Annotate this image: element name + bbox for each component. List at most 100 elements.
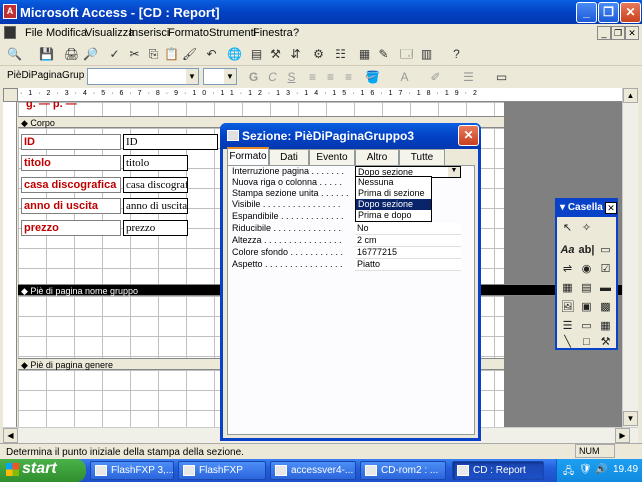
task-flashfxp3[interactable]: FlashFXP 3,...: [90, 461, 174, 480]
dropdown-option[interactable]: Prima di sezione: [356, 188, 431, 199]
menu-help[interactable]: ?: [293, 27, 299, 39]
document-icon[interactable]: [4, 26, 16, 39]
field-titolo[interactable]: titolo: [123, 155, 188, 171]
properties-icon[interactable]: ▦: [356, 46, 373, 63]
page-break-icon[interactable]: ☰: [559, 318, 576, 335]
builder-icon[interactable]: ✎: [375, 46, 392, 63]
format-painter-icon[interactable]: 🖌: [181, 46, 198, 63]
spelling-icon[interactable]: ✓: [106, 46, 123, 63]
select-objects-icon[interactable]: ↖: [559, 220, 576, 237]
property-value[interactable]: 2 cm: [355, 235, 461, 247]
menu-formato[interactable]: Formato: [168, 27, 209, 39]
label-anno-di-uscita[interactable]: anno di uscita: [21, 198, 121, 214]
scroll-up-icon[interactable]: ▲: [623, 88, 638, 103]
volume-icon[interactable]: 🔊: [595, 464, 607, 475]
toolbox-close-button[interactable]: ✕: [605, 202, 617, 214]
label-titolo[interactable]: titolo: [21, 155, 121, 171]
align-right-icon[interactable]: ≡: [340, 69, 357, 86]
menu-inserisci[interactable]: Inserisci: [129, 27, 169, 39]
view-icon[interactable]: 🔍: [6, 46, 23, 63]
property-value[interactable]: 16777215: [355, 247, 461, 259]
object-combo[interactable]: PièDiPaginaGrup: [4, 68, 86, 85]
image-icon[interactable]: 🖼: [559, 299, 576, 316]
mdi-restore-button[interactable]: ❐: [611, 26, 625, 40]
underline-button[interactable]: S: [283, 69, 300, 86]
field-prezzo[interactable]: prezzo: [123, 220, 188, 236]
label-tool-icon[interactable]: Aa: [559, 242, 576, 259]
bound-object-icon[interactable]: ▩: [597, 299, 614, 316]
dropdown-option[interactable]: Prima e dopo: [356, 210, 431, 221]
undo-icon[interactable]: ↶: [203, 46, 220, 63]
dropdown-option[interactable]: Nessuna: [356, 177, 431, 188]
print-icon[interactable]: 🖨: [63, 46, 80, 63]
mdi-close-button[interactable]: ✕: [625, 26, 639, 40]
sorting-grouping-icon[interactable]: ⇵: [287, 46, 304, 63]
dialog-close-button[interactable]: ✕: [458, 125, 479, 146]
subreport-icon[interactable]: ▦: [597, 318, 614, 335]
checkbox-icon[interactable]: ☑: [597, 261, 614, 278]
code-icon[interactable]: ☷: [332, 46, 349, 63]
rectangle-icon[interactable]: □: [578, 334, 595, 351]
scroll-right-icon[interactable]: ▶: [615, 428, 630, 443]
menu-strumenti[interactable]: Strumenti: [209, 27, 256, 39]
combo-box-icon[interactable]: ▦: [559, 280, 576, 297]
tab-tutte[interactable]: Tutte: [399, 149, 445, 165]
page-break-dropdown-list[interactable]: Nessuna Prima di sezione Dopo sezione Pr…: [355, 176, 432, 222]
line-width-icon[interactable]: ☰: [460, 69, 477, 86]
fill-color-icon[interactable]: 🪣: [364, 69, 381, 86]
clock[interactable]: 19.49: [613, 464, 638, 475]
radio-button-icon[interactable]: ◉: [578, 261, 595, 278]
label-casa-discografica[interactable]: casa discografica: [21, 177, 121, 193]
task-cd-report[interactable]: CD : Report: [452, 461, 544, 480]
new-object-icon[interactable]: ▥: [418, 46, 435, 63]
database-window-icon[interactable]: 🗔: [398, 46, 415, 63]
tab-control-icon[interactable]: ▭: [578, 318, 595, 335]
task-flashfxp[interactable]: FlashFXP: [178, 461, 266, 480]
autoformat-icon[interactable]: ⚙: [310, 46, 327, 63]
special-effect-icon[interactable]: ▭: [493, 69, 510, 86]
insert-hyperlink-icon[interactable]: 🌐: [226, 46, 243, 63]
help-icon[interactable]: ?: [448, 46, 465, 63]
font-color-icon[interactable]: A: [396, 69, 413, 86]
more-controls-icon[interactable]: ⚒: [597, 334, 614, 351]
antivirus-icon[interactable]: 🛡: [579, 464, 592, 475]
size-combo[interactable]: ▼: [203, 68, 237, 85]
property-value[interactable]: Piatto: [355, 259, 461, 271]
align-left-icon[interactable]: ≡: [304, 69, 321, 86]
toggle-button-icon[interactable]: ⇌: [559, 261, 576, 278]
align-center-icon[interactable]: ≡: [322, 69, 339, 86]
line-icon[interactable]: ╲: [559, 334, 576, 351]
label-id[interactable]: ID: [21, 134, 121, 150]
unbound-object-icon[interactable]: ▣: [578, 299, 595, 316]
toolbox-icon[interactable]: ⚒: [267, 46, 284, 63]
print-preview-icon[interactable]: 🔎: [82, 46, 99, 63]
tab-evento[interactable]: Evento: [309, 149, 355, 165]
tab-formato[interactable]: Formato: [227, 147, 269, 166]
field-anno-di-uscita[interactable]: anno di uscita: [123, 198, 188, 214]
save-icon[interactable]: 💾: [38, 46, 55, 63]
tab-altro[interactable]: Altro: [355, 149, 399, 165]
menu-visualizza[interactable]: Visualizza: [85, 27, 134, 39]
font-combo[interactable]: ▼: [87, 68, 199, 85]
restore-button[interactable]: ❐: [598, 2, 619, 23]
mdi-minimize-button[interactable]: _: [597, 26, 611, 40]
field-id[interactable]: ID: [123, 134, 218, 150]
paste-icon[interactable]: 📋: [163, 46, 180, 63]
italic-button[interactable]: C: [264, 69, 281, 86]
property-value[interactable]: No: [355, 223, 461, 235]
chevron-down-icon[interactable]: ▼: [186, 69, 198, 84]
menu-finestra[interactable]: Finestra: [253, 27, 293, 39]
menu-modifica[interactable]: Modifica: [46, 27, 87, 39]
task-accessver4[interactable]: accessver4-...: [270, 461, 356, 480]
option-group-icon[interactable]: ▭: [597, 242, 614, 259]
command-button-icon[interactable]: ▬: [597, 280, 614, 297]
copy-icon[interactable]: ⎘: [145, 46, 162, 63]
access-key-icon[interactable]: A: [3, 4, 17, 19]
scroll-left-icon[interactable]: ◀: [3, 428, 18, 443]
scroll-down-icon[interactable]: ▼: [623, 411, 638, 426]
line-color-icon[interactable]: ✐: [427, 69, 444, 86]
field-casa-discografica[interactable]: casa discografica: [123, 177, 188, 193]
control-wizard-icon[interactable]: ✧: [578, 220, 595, 237]
network-icon[interactable]: 🖧: [563, 464, 574, 481]
chevron-down-icon[interactable]: ▼: [224, 69, 236, 84]
